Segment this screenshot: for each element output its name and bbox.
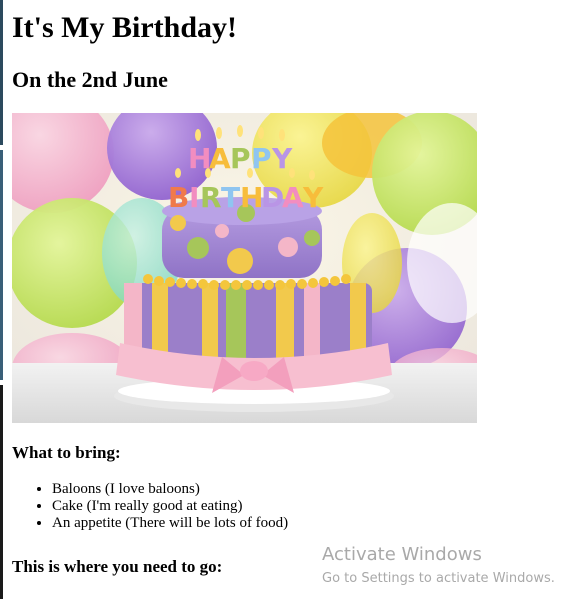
bring-list: Baloons (I love baloons) Cake (I'm reall… (12, 481, 288, 532)
svg-text:A: A (209, 142, 231, 175)
svg-text:T: T (221, 181, 240, 214)
birthday-cake-image: H A P P Y B I R T H D A Y (12, 113, 477, 423)
svg-text:I: I (189, 181, 199, 214)
svg-text:R: R (200, 181, 222, 214)
svg-text:Y: Y (302, 181, 324, 214)
watermark-title: Activate Windows (322, 544, 482, 565)
svg-text:D: D (261, 181, 284, 214)
svg-text:P: P (230, 142, 251, 175)
list-item: Baloons (I love baloons) (52, 481, 288, 498)
svg-text:A: A (282, 181, 304, 214)
window-edge-bottom (0, 385, 3, 599)
list-item: Cake (I'm really good at eating) (52, 498, 288, 515)
list-item: An appetite (There will be lots of food) (52, 515, 288, 532)
svg-text:P: P (251, 142, 272, 175)
bring-heading: What to bring: (12, 443, 121, 462)
page-subtitle: On the 2nd June (12, 67, 168, 92)
window-edge-middle (0, 150, 3, 380)
window-edge-top (0, 0, 3, 145)
watermark-subtitle: Go to Settings to activate Windows. (322, 571, 555, 586)
activate-windows-watermark: Activate Windows Go to Settings to activ… (322, 543, 555, 588)
location-heading: This is where you need to go: (12, 557, 223, 576)
page-title: It's My Birthday! (12, 11, 237, 44)
svg-text:H: H (240, 181, 263, 214)
candle-text-birthday: B (168, 181, 189, 214)
